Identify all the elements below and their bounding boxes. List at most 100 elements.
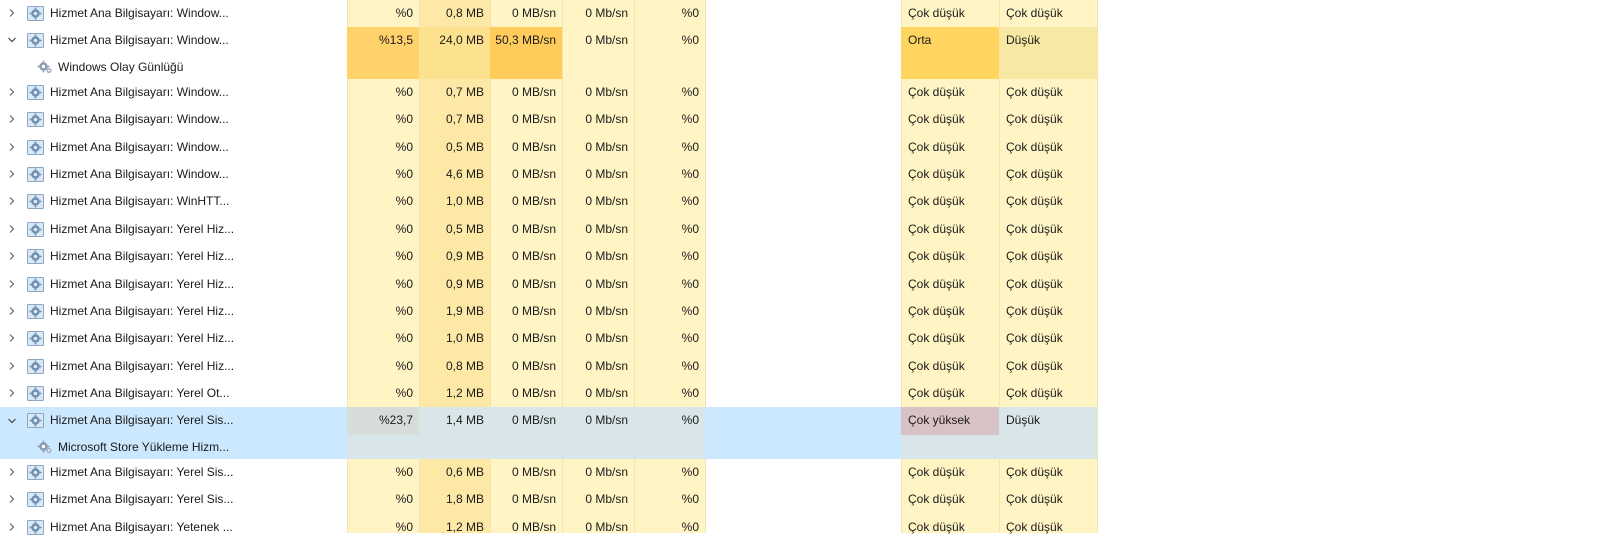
network-value: 0 Mb/sn (585, 84, 628, 99)
memory-value: 0,5 MB (445, 221, 484, 236)
process-row[interactable]: Hizmet Ana Bilgisayarı: Window... %0 0,7… (0, 106, 1601, 133)
cpu-value: %0 (395, 492, 413, 507)
power-usage-value: Çok düşük (908, 276, 965, 291)
gpu-value: %0 (681, 112, 699, 127)
gpu-value: %0 (681, 221, 699, 236)
disk-value: 0 MB/sn (511, 492, 556, 507)
disk-value: 0 MB/sn (511, 413, 556, 428)
chevron-right-icon[interactable] (6, 106, 18, 133)
disk-value: 0 MB/sn (511, 386, 556, 401)
process-name: Hizmet Ana Bilgisayarı: Window... (50, 6, 229, 20)
cpu-value: %13,5 (378, 33, 413, 48)
process-row[interactable]: Hizmet Ana Bilgisayarı: Yerel Hiz... %0 … (0, 353, 1601, 380)
process-row[interactable]: Hizmet Ana Bilgisayarı: WinHTT... %0 1,0… (0, 188, 1601, 215)
cpu-value: %0 (395, 194, 413, 209)
disk-value: 0 MB/sn (511, 303, 556, 318)
cell-highlight (490, 54, 562, 79)
cell-highlight (901, 54, 999, 79)
chevron-right-icon[interactable] (6, 380, 18, 407)
chevron-right-icon[interactable] (6, 79, 18, 106)
process-row[interactable]: Hizmet Ana Bilgisayarı: Window... %0 0,5… (0, 134, 1601, 161)
gpu-value: %0 (681, 492, 699, 507)
chevron-right-icon[interactable] (6, 216, 18, 243)
memory-value: 0,8 MB (445, 358, 484, 373)
process-row[interactable]: Hizmet Ana Bilgisayarı: Yetenek ... %0 1… (0, 514, 1601, 541)
cell-highlight (347, 434, 705, 459)
service-row[interactable]: Microsoft Store Yükleme Hizm... (0, 434, 1601, 459)
process-row[interactable]: Hizmet Ana Bilgisayarı: Yerel Hiz... %0 … (0, 325, 1601, 352)
process-name: Hizmet Ana Bilgisayarı: Yerel Sis... (50, 413, 234, 428)
process-row[interactable]: Hizmet Ana Bilgisayarı: Yerel Sis... %0 … (0, 486, 1601, 513)
cell-highlight (705, 407, 901, 435)
process-row[interactable]: Hizmet Ana Bilgisayarı: Yerel Hiz... %0 … (0, 243, 1601, 270)
gear-service-icon (37, 440, 52, 453)
process-row[interactable]: Hizmet Ana Bilgisayarı: Yerel Ot... %0 1… (0, 380, 1601, 407)
chevron-right-icon[interactable] (6, 486, 18, 513)
cell-highlight (901, 434, 999, 459)
chevron-right-icon[interactable] (6, 271, 18, 298)
cpu-value: %0 (395, 276, 413, 291)
gear-service-icon (27, 33, 44, 49)
chevron-right-icon[interactable] (6, 459, 18, 486)
process-row[interactable]: Hizmet Ana Bilgisayarı: Window... %0 0,7… (0, 79, 1601, 106)
power-usage-value: Çok düşük (908, 386, 965, 401)
process-row[interactable]: Hizmet Ana Bilgisayarı: Yerel Sis... %23… (0, 407, 1601, 435)
chevron-right-icon[interactable] (6, 353, 18, 380)
network-value: 0 Mb/sn (585, 386, 628, 401)
gear-service-icon (27, 331, 44, 347)
power-usage-value: Çok düşük (908, 303, 965, 318)
process-name: Hizmet Ana Bilgisayarı: Yerel Ot... (50, 386, 230, 401)
power-trend-value: Çok düşük (1006, 492, 1063, 507)
chevron-right-icon[interactable] (6, 0, 18, 27)
cpu-value: %23,7 (378, 413, 413, 428)
memory-value: 1,2 MB (445, 386, 484, 401)
process-list: Hizmet Ana Bilgisayarı: Window... %0 0,8… (0, 0, 1601, 541)
process-row[interactable]: Hizmet Ana Bilgisayarı: Yerel Hiz... %0 … (0, 271, 1601, 298)
service-row[interactable]: Windows Olay Günlüğü (0, 54, 1601, 79)
gpu-value: %0 (681, 519, 699, 534)
process-name: Hizmet Ana Bilgisayarı: WinHTT... (50, 194, 230, 209)
process-name: Hizmet Ana Bilgisayarı: Yerel Hiz... (50, 358, 235, 373)
power-trend-value: Çok düşük (1006, 249, 1063, 264)
power-usage-value: Çok düşük (908, 331, 965, 346)
chevron-down-icon[interactable] (6, 27, 18, 54)
power-usage-value: Çok düşük (908, 6, 965, 20)
process-name: Hizmet Ana Bilgisayarı: Window... (50, 84, 229, 99)
process-row[interactable]: Hizmet Ana Bilgisayarı: Yerel Sis... %0 … (0, 459, 1601, 486)
chevron-right-icon[interactable] (6, 243, 18, 270)
gpu-value: %0 (681, 276, 699, 291)
power-usage-value: Çok düşük (908, 519, 965, 534)
network-value: 0 Mb/sn (585, 276, 628, 291)
process-row[interactable]: Hizmet Ana Bilgisayarı: Window... %13,5 … (0, 27, 1601, 55)
chevron-right-icon[interactable] (6, 188, 18, 215)
chevron-right-icon[interactable] (6, 298, 18, 325)
process-row[interactable]: Hizmet Ana Bilgisayarı: Window... %0 0,8… (0, 0, 1601, 27)
memory-value: 0,5 MB (445, 139, 484, 154)
chevron-right-icon[interactable] (6, 325, 18, 352)
process-row[interactable]: Hizmet Ana Bilgisayarı: Yerel Hiz... %0 … (0, 298, 1601, 325)
gear-service-icon (27, 249, 44, 265)
gpu-value: %0 (681, 194, 699, 209)
gpu-value: %0 (681, 331, 699, 346)
gear-service-icon (27, 194, 44, 210)
power-trend-value: Çok düşük (1006, 464, 1063, 479)
memory-value: 1,0 MB (445, 194, 484, 209)
chevron-down-icon[interactable] (6, 407, 18, 434)
disk-value: 0 MB/sn (511, 112, 556, 127)
chevron-right-icon[interactable] (6, 514, 18, 541)
chevron-right-icon[interactable] (6, 134, 18, 161)
gpu-value: %0 (681, 166, 699, 181)
gpu-value: %0 (681, 358, 699, 373)
process-name: Hizmet Ana Bilgisayarı: Window... (50, 33, 229, 48)
gear-service-icon (27, 166, 44, 182)
power-usage-value: Çok düşük (908, 249, 965, 264)
cell-highlight (705, 434, 901, 459)
process-row[interactable]: Hizmet Ana Bilgisayarı: Window... %0 4,6… (0, 161, 1601, 188)
cpu-value: %0 (395, 249, 413, 264)
gear-service-icon (27, 221, 44, 237)
power-trend-value: Çok düşük (1006, 221, 1063, 236)
chevron-right-icon[interactable] (6, 161, 18, 188)
network-value: 0 Mb/sn (585, 6, 628, 20)
process-row[interactable]: Hizmet Ana Bilgisayarı: Yerel Hiz... %0 … (0, 216, 1601, 243)
memory-value: 1,9 MB (445, 303, 484, 318)
